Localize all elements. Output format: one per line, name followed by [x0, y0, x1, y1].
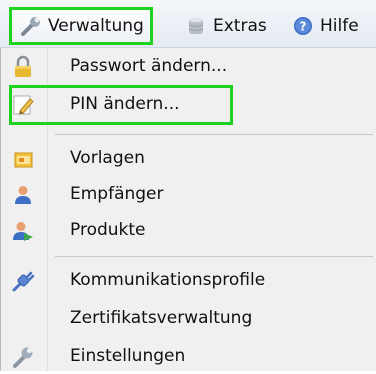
menu-verwaltung[interactable]: Verwaltung — [9, 7, 153, 45]
menu-item-label: Passwort ändern... — [70, 56, 228, 76]
menu-item-einstellungen[interactable]: Einstellungen — [1, 338, 376, 374]
plug-icon — [11, 269, 35, 293]
menu-item-zertifikatsverwaltung[interactable]: Zertifikatsverwaltung — [1, 300, 376, 336]
menu-item-label: Empfänger — [70, 184, 164, 204]
menu-separator — [55, 134, 373, 135]
menu-item-label: Zertifikatsverwaltung — [70, 308, 253, 328]
menu-item-label: Vorlagen — [70, 148, 145, 168]
verwaltung-dropdown: Passwort ändern... PIN ändern... Vorlage… — [0, 48, 376, 371]
menu-item-empfaenger[interactable]: Empfänger — [1, 176, 376, 212]
menu-separator — [55, 256, 373, 257]
menu-item-label: Produkte — [70, 220, 146, 240]
svg-text:?: ? — [300, 20, 307, 34]
wrench-icon — [20, 15, 42, 37]
help-icon: ? — [292, 15, 314, 37]
menu-bar: Verwaltung Extras ? Hilfe — [0, 0, 376, 48]
menu-hilfe-label: Hilfe — [320, 16, 359, 36]
person-product-icon — [11, 219, 35, 243]
menu-hilfe[interactable]: ? Hilfe — [292, 12, 359, 40]
menu-item-passwort-aendern[interactable]: Passwort ändern... — [1, 48, 376, 84]
wrench-icon — [11, 345, 35, 369]
menu-item-kommunikationsprofile[interactable]: Kommunikationsprofile — [1, 262, 376, 298]
menu-item-produkte[interactable]: Produkte — [1, 212, 376, 248]
menu-item-label: Kommunikationsprofile — [70, 270, 266, 290]
pin-highlight-box — [9, 85, 233, 125]
menu-extras[interactable]: Extras — [185, 12, 267, 40]
template-icon — [11, 147, 35, 171]
menu-extras-label: Extras — [213, 16, 267, 36]
lock-icon — [11, 55, 35, 79]
menu-verwaltung-label: Verwaltung — [48, 16, 144, 36]
database-icon — [185, 15, 207, 37]
menu-item-vorlagen[interactable]: Vorlagen — [1, 140, 376, 176]
person-icon — [11, 183, 35, 207]
menu-item-label: Einstellungen — [70, 346, 186, 366]
